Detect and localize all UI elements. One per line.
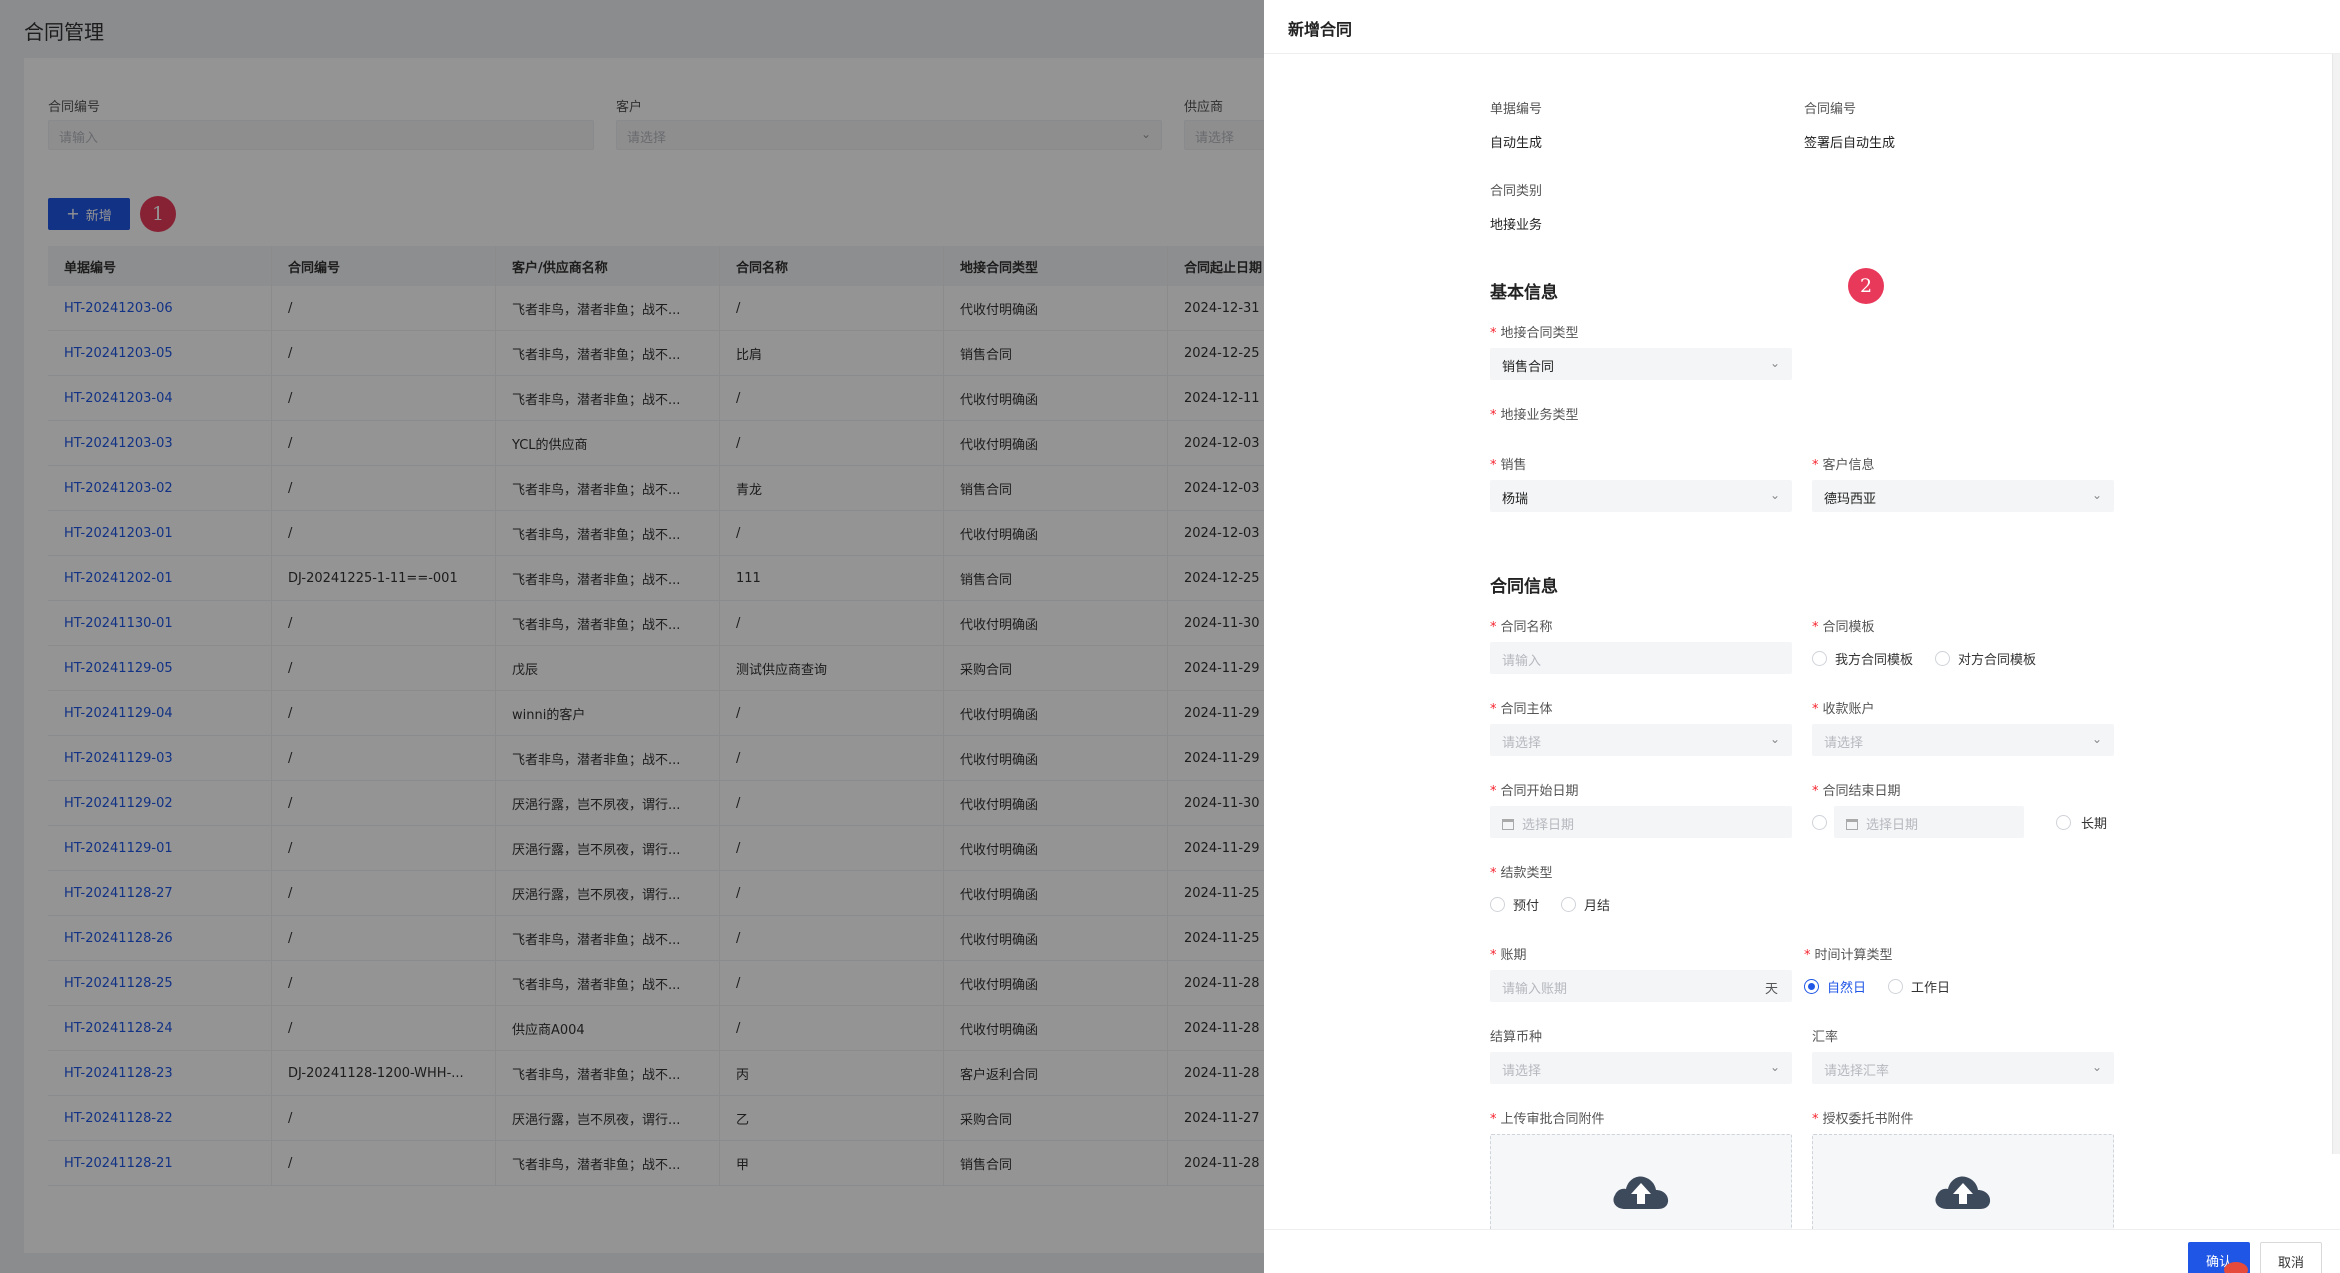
time-type-radio-group: 自然日 工作日 — [1804, 976, 1962, 996]
new-contract-drawer: 新增合同 单据编号 自动生成 合同编号 签署后自动生成 合同类别 地接业务 基本… — [1264, 0, 2340, 1273]
chevron-down-icon: ⌄ — [2091, 732, 2102, 746]
settle-type-label: * 结款类型 — [1490, 866, 1553, 881]
step-badge-2: 2 — [1848, 268, 1884, 304]
contract-type-select[interactable]: 销售合同 ⌄ — [1490, 348, 1792, 380]
chevron-down-icon: ⌄ — [1769, 488, 1780, 502]
cloud-upload-icon — [1935, 1176, 1991, 1209]
radio-circle — [1490, 896, 1505, 912]
upload-auth-dropzone[interactable] — [1812, 1134, 2114, 1230]
drawer-form: 单据编号 自动生成 合同编号 签署后自动生成 合同类别 地接业务 基本信息 2 … — [1264, 54, 2332, 1230]
select-value: 销售合同 — [1502, 360, 1555, 375]
long-term-option[interactable]: 长期 — [2056, 812, 2107, 832]
radio-circle — [1935, 650, 1951, 666]
drawer-footer: 确认 取消 — [1264, 1229, 2340, 1273]
end-date-label: * 合同结束日期 — [1812, 784, 1901, 799]
contract-type-label: * 地接合同类型 — [1490, 326, 1579, 341]
settle-option-prepay[interactable]: 预付 — [1490, 895, 1539, 914]
drawer-title: 新增合同 — [1264, 0, 2340, 54]
sales-label: * 销售 — [1490, 458, 1527, 473]
upload-auth-label: * 授权委托书附件 — [1812, 1112, 1914, 1127]
settle-type-radio-group: 预付 月结 — [1490, 894, 1622, 914]
currency-select[interactable]: 请选择 ⌄ — [1490, 1052, 1792, 1084]
end-date-radio[interactable] — [1812, 815, 1827, 830]
start-date-picker[interactable]: 选择日期 — [1490, 806, 1792, 838]
template-label: * 合同模板 — [1812, 620, 1875, 635]
select-placeholder: 请选择 — [1502, 736, 1542, 751]
chevron-down-icon: ⌄ — [1769, 356, 1780, 370]
cloud-upload-icon — [1613, 1176, 1669, 1209]
contract-name-input[interactable]: 请输入 — [1490, 642, 1792, 674]
radio-circle — [1888, 978, 1904, 994]
rate-select[interactable]: 请选择汇率 ⌄ — [1812, 1052, 2114, 1084]
category-label: 合同类别 — [1490, 184, 1543, 199]
account-label: * 收款账户 — [1812, 702, 1875, 717]
account-select[interactable]: 请选择 ⌄ — [1812, 724, 2114, 756]
modal-overlay[interactable] — [0, 0, 1264, 1273]
category-value: 地接业务 — [1490, 218, 1543, 233]
calendar-icon — [1846, 819, 1858, 830]
date-placeholder: 选择日期 — [1522, 818, 1575, 833]
doc-no-label: 单据编号 — [1490, 102, 1543, 117]
currency-label: 结算币种 — [1490, 1030, 1543, 1045]
entity-label: * 合同主体 — [1490, 702, 1553, 717]
start-date-label: * 合同开始日期 — [1490, 784, 1579, 799]
radio-circle — [1561, 896, 1577, 912]
select-placeholder: 请选择汇率 — [1824, 1064, 1890, 1079]
chevron-down-icon: ⌄ — [2091, 488, 2102, 502]
radio-circle — [2056, 814, 2071, 830]
contract-no-value: 签署后自动生成 — [1804, 136, 1896, 151]
select-value: 德玛西亚 — [1824, 492, 1877, 507]
template-radio-group: 我方合同模板 对方合同模板 — [1812, 648, 2048, 668]
radio-circle — [1804, 978, 1819, 994]
floating-helper-icon[interactable] — [2224, 1262, 2248, 1273]
cancel-button[interactable]: 取消 — [2260, 1242, 2322, 1273]
time-option-natural[interactable]: 自然日 — [1804, 977, 1866, 996]
template-option-theirs[interactable]: 对方合同模板 — [1935, 649, 2036, 668]
calendar-icon — [1502, 819, 1514, 830]
period-label: * 账期 — [1490, 948, 1527, 963]
basic-info-heading: 基本信息 — [1490, 283, 1558, 303]
input-placeholder: 请输入账期 — [1502, 982, 1568, 997]
contract-no-label: 合同编号 — [1804, 102, 1857, 117]
chevron-down-icon: ⌄ — [1769, 732, 1780, 746]
doc-no-value: 自动生成 — [1490, 136, 1543, 151]
radio-circle — [1812, 650, 1827, 666]
drawer-scrollbar[interactable] — [2332, 54, 2340, 1154]
rate-label: 汇率 — [1812, 1030, 1839, 1045]
sales-select[interactable]: 杨瑞 ⌄ — [1490, 480, 1792, 512]
upload-contract-label: * 上传审批合同附件 — [1490, 1112, 1605, 1127]
settle-option-monthly[interactable]: 月结 — [1561, 895, 1610, 914]
customer-info-select[interactable]: 德玛西亚 ⌄ — [1812, 480, 2114, 512]
date-placeholder: 选择日期 — [1866, 818, 1919, 833]
upload-contract-dropzone[interactable] — [1490, 1134, 1792, 1230]
period-input[interactable]: 请输入账期 天 — [1490, 970, 1792, 1002]
select-placeholder: 请选择 — [1824, 736, 1864, 751]
time-option-workday[interactable]: 工作日 — [1888, 977, 1950, 996]
business-type-label: * 地接业务类型 — [1490, 408, 1579, 423]
customer-info-label: * 客户信息 — [1812, 458, 1875, 473]
contract-name-label: * 合同名称 — [1490, 620, 1553, 635]
chevron-down-icon: ⌄ — [2091, 1060, 2102, 1074]
chevron-down-icon: ⌄ — [1769, 1060, 1780, 1074]
select-value: 杨瑞 — [1502, 492, 1529, 507]
time-type-label: * 时间计算类型 — [1804, 948, 1893, 963]
template-option-ours[interactable]: 我方合同模板 — [1812, 649, 1913, 668]
period-unit: 天 — [1764, 982, 1778, 997]
contract-info-heading: 合同信息 — [1490, 577, 1558, 597]
entity-select[interactable]: 请选择 ⌄ — [1490, 724, 1792, 756]
select-placeholder: 请选择 — [1502, 1064, 1542, 1079]
end-date-picker[interactable]: 选择日期 — [1834, 806, 2024, 838]
